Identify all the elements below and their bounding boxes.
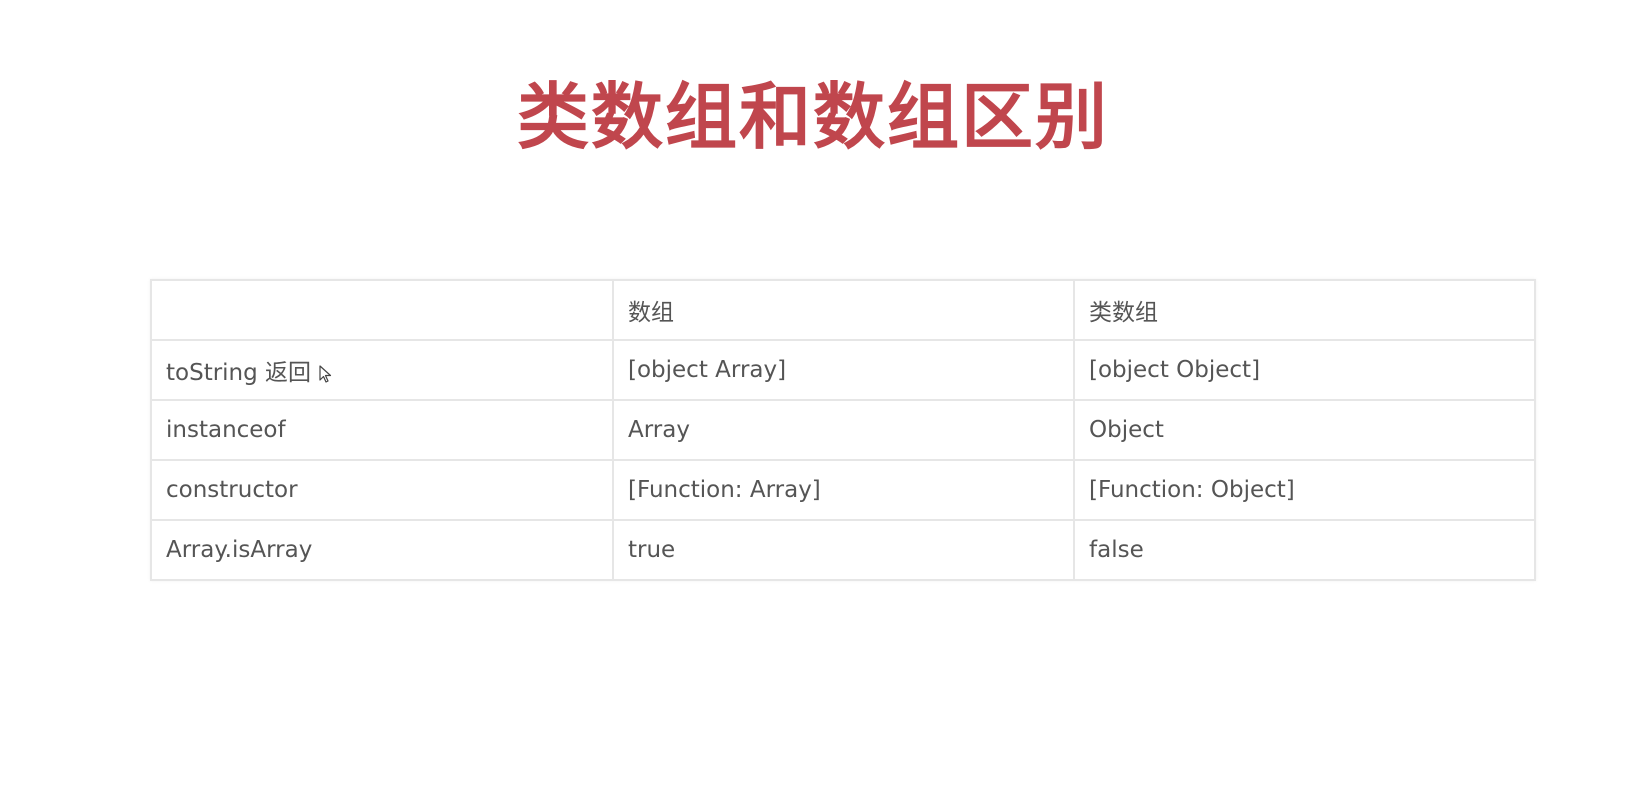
header-cell-array: 数组 [612,279,1075,341]
mouse-cursor-icon [319,365,332,383]
table-row: instanceof Array Object [150,399,1536,461]
table-row: toString 返回 [object Array] [object Objec… [150,339,1536,401]
header-cell-empty [150,279,614,341]
array-like-value-cell: [Function: Object] [1073,459,1536,521]
row-label: toString 返回 [166,360,312,386]
row-label-cell: Array.isArray [150,519,614,581]
row-label-cell: toString 返回 [150,339,614,401]
table-row: Array.isArray true false [150,519,1536,581]
table-row: constructor [Function: Array] [Function:… [150,459,1536,521]
comparison-table: 数组 类数组 toString 返回 [object Array] [objec… [150,279,1536,581]
header-cell-array-like: 类数组 [1073,279,1536,341]
array-value-cell: [object Array] [612,339,1075,401]
row-label-cell: constructor [150,459,614,521]
array-like-value-cell: false [1073,519,1536,581]
page-title: 类数组和数组区别 [516,75,1109,159]
array-value-cell: Array [612,399,1075,461]
array-value-cell: [Function: Array] [612,459,1075,521]
row-label-cell: instanceof [150,399,614,461]
table-header-row: 数组 类数组 [150,279,1536,341]
slide: 类数组和数组区别 数组 类数组 toString 返回 [object Arra… [0,0,1626,808]
array-like-value-cell: Object [1073,399,1536,461]
array-like-value-cell: [object Object] [1073,339,1536,401]
array-value-cell: true [612,519,1075,581]
